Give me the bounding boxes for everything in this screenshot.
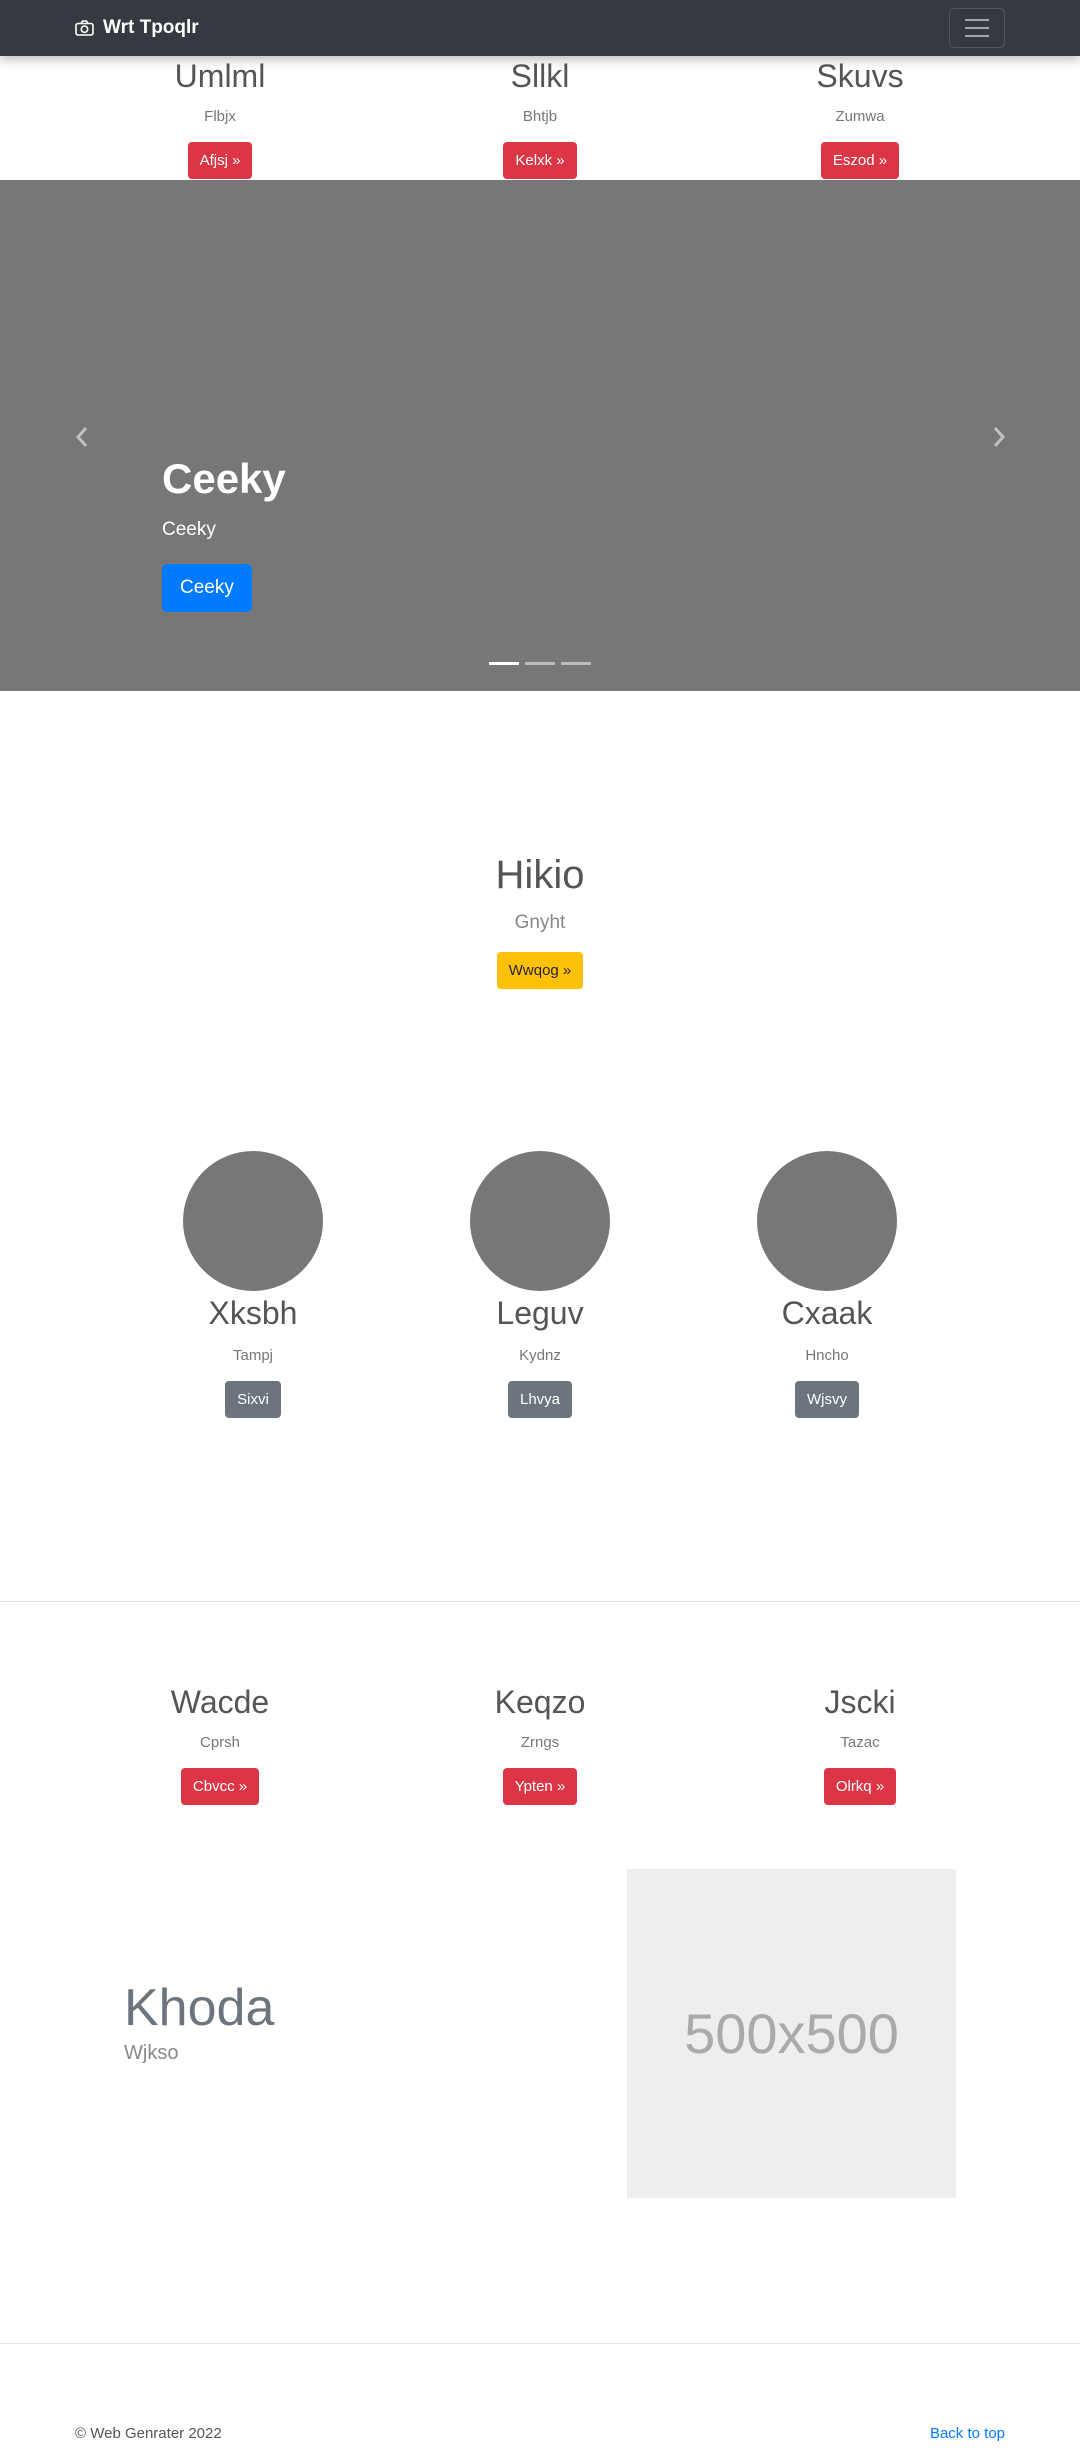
top-feature-2: Sllkl Bhtjb Kelxk » — [375, 56, 705, 179]
feature-title: Keqzo — [494, 1684, 586, 1720]
navbar-toggler-button[interactable] — [949, 8, 1005, 48]
carousel-prev-button[interactable] — [70, 425, 94, 449]
circle-title: Xksbh — [208, 1295, 298, 1331]
featurette-text: Khoda Wjkso — [124, 1978, 274, 2065]
carousel-button[interactable]: Ceeky — [162, 564, 252, 612]
circle-button[interactable]: Sixvi — [225, 1381, 281, 1418]
carousel-indicator-2[interactable] — [525, 662, 555, 665]
circle-subtitle: Kydnz — [519, 1347, 561, 1364]
circle-subtitle: Hncho — [805, 1347, 849, 1364]
feature-button[interactable]: Eszod » — [820, 142, 900, 179]
divider — [0, 2343, 1080, 2344]
top-feature-3: Skuvs Zumwa Eszod » — [695, 56, 1025, 179]
chevron-left-icon — [75, 427, 88, 447]
feature-title: Skuvs — [816, 58, 904, 94]
hero-button[interactable]: Wwqog » — [496, 952, 584, 989]
feature-title: Wacde — [170, 1684, 270, 1720]
circle-title: Leguv — [496, 1295, 584, 1331]
feature-subtitle: Zumwa — [835, 108, 885, 125]
circle-button[interactable]: Lhvya — [507, 1381, 573, 1418]
feature-button[interactable]: Kelxk » — [503, 142, 577, 179]
carousel-next-button[interactable] — [987, 425, 1011, 449]
avatar — [470, 1151, 610, 1291]
divider — [0, 1601, 1080, 1602]
brand-name: Wrt Tpoqlr — [103, 17, 199, 38]
footer-copyright: © Web Genrater 2022 — [75, 2425, 222, 2442]
feature-title: Jscki — [824, 1684, 896, 1720]
featurette-subheading: Wjkso — [124, 2042, 179, 2064]
feature-subtitle: Flbjx — [204, 108, 236, 125]
hero-subtitle: Gnyht — [514, 912, 566, 933]
back-to-top-link[interactable]: Back to top — [930, 2425, 1005, 2442]
circle-title: Cxaak — [781, 1295, 873, 1331]
feature-button[interactable]: Ypten » — [502, 1768, 578, 1805]
avatar — [757, 1151, 897, 1291]
circle-item-1: Xksbh Tampj Sixvi — [108, 1151, 398, 1418]
carousel-indicator-3[interactable] — [561, 662, 591, 665]
carousel-text: Ceeky — [162, 519, 216, 540]
circle-item-3: Cxaak Hncho Wjsvy — [682, 1151, 972, 1418]
feature-subtitle: Bhtjb — [522, 108, 558, 125]
feature-title: Umlml — [174, 58, 266, 94]
brand-link[interactable]: Wrt Tpoqlr — [75, 14, 199, 42]
bottom-feature-2: Keqzo Zrngs Ypten » — [375, 1682, 705, 1805]
feature-title: Sllkl — [510, 58, 570, 94]
carousel-indicators — [489, 662, 591, 665]
avatar — [183, 1151, 323, 1291]
hero-section: Hikio Gnyht Wwqog » — [0, 850, 1080, 989]
bottom-feature-1: Wacde Cprsh Cbvcc » — [55, 1682, 385, 1805]
hero-title: Hikio — [495, 853, 585, 897]
top-feature-1: Umlml Flbjx Afjsj » — [55, 56, 385, 179]
placeholder-image: 500x500 — [627, 1869, 956, 2198]
carousel: Ceeky Ceeky Ceeky — [0, 180, 1080, 691]
camera-icon — [75, 20, 94, 36]
navbar: Wrt Tpoqlr — [0, 0, 1080, 56]
carousel-indicator-1[interactable] — [489, 662, 519, 665]
feature-subtitle: Cprsh — [199, 1734, 240, 1751]
feature-button[interactable]: Afjsj » — [187, 142, 253, 179]
circle-item-2: Leguv Kydnz Lhvya — [395, 1151, 685, 1418]
circle-button[interactable]: Wjsvy — [795, 1381, 859, 1418]
circle-subtitle: Tampj — [232, 1347, 273, 1364]
hamburger-icon — [965, 19, 989, 21]
bottom-feature-3: Jscki Tazac Olrkq » — [695, 1682, 1025, 1805]
feature-subtitle: Tazac — [840, 1734, 880, 1751]
chevron-right-icon — [993, 427, 1006, 447]
feature-subtitle: Zrngs — [520, 1734, 560, 1751]
carousel-caption: Ceeky Ceeky Ceeky — [162, 454, 286, 612]
placeholder-label: 500x500 — [684, 2002, 899, 2065]
featurette-heading: Khoda — [124, 1979, 275, 2037]
feature-button[interactable]: Olrkq » — [823, 1768, 897, 1805]
feature-button[interactable]: Cbvcc » — [180, 1768, 260, 1805]
carousel-title: Ceeky — [162, 455, 286, 502]
